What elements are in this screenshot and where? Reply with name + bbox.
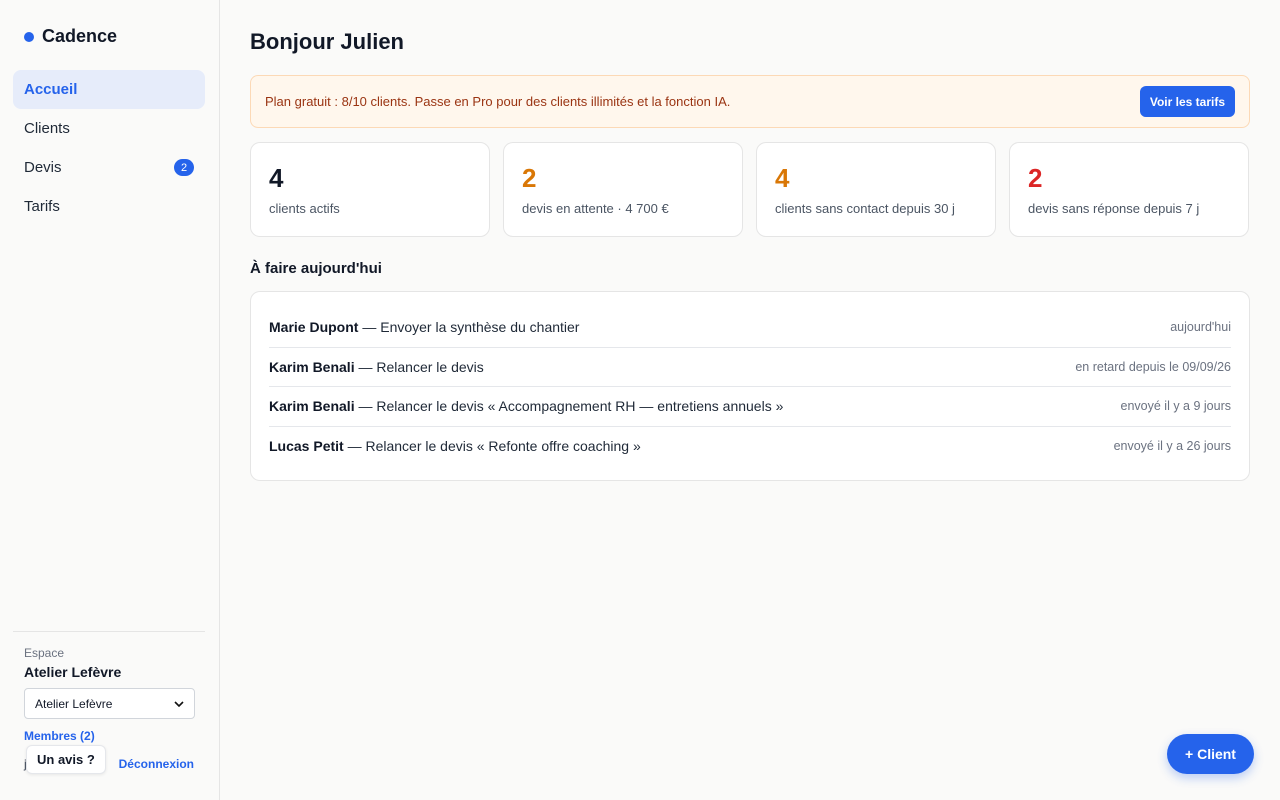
- brand[interactable]: Cadence: [24, 26, 117, 47]
- todo-list: Marie Dupont — Envoyer la synthèse du ch…: [250, 291, 1250, 481]
- todo-action: — Envoyer la synthèse du chantier: [358, 319, 580, 336]
- logout-link[interactable]: Déconnexion: [119, 757, 194, 771]
- space-label: Espace: [24, 646, 65, 660]
- devis-count-badge: 2: [174, 159, 194, 176]
- stats-row: 4 clients actifs 2 devis en attente · 4 …: [250, 142, 1250, 237]
- stat-label: devis sans réponse depuis 7 j: [1028, 201, 1200, 216]
- banner-text: Plan gratuit : 8/10 clients. Passe en Pr…: [265, 94, 731, 109]
- upgrade-banner: Plan gratuit : 8/10 clients. Passe en Pr…: [250, 75, 1250, 128]
- sidebar-item-clients[interactable]: Clients: [13, 109, 205, 148]
- todo-client-name: Karim Benali: [269, 358, 355, 375]
- stat-value: 2: [522, 163, 537, 193]
- space-select-value: Atelier Lefèvre: [35, 696, 113, 711]
- todo-date: en retard depuis le 09/09/26: [1075, 359, 1231, 374]
- stat-label: clients actifs: [269, 201, 340, 216]
- todo-client-name: Lucas Petit: [269, 438, 344, 455]
- space-name: Atelier Lefèvre: [24, 664, 122, 680]
- list-item[interactable]: Karim Benali — Relancer le devis « Accom…: [269, 387, 1231, 427]
- todo-action: — Relancer le devis « Accompagnement RH …: [354, 398, 784, 415]
- todo-client-name: Karim Benali: [269, 398, 355, 415]
- stat-value: 4: [269, 163, 284, 193]
- brand-name: Cadence: [42, 26, 118, 46]
- todo-date: envoyé il y a 9 jours: [1120, 399, 1231, 414]
- sidebar-item-label: Devis: [24, 159, 62, 176]
- list-item[interactable]: Marie Dupont — Envoyer la synthèse du ch…: [269, 308, 1231, 348]
- brand-dot-icon: [24, 31, 34, 42]
- todo-date: envoyé il y a 26 jours: [1113, 439, 1231, 454]
- stat-card-pending-quotes[interactable]: 2 devis en attente · 4 700 €: [503, 142, 743, 237]
- sidebar-nav: Accueil Clients Devis 2 Tarifs: [13, 70, 205, 226]
- sidebar-footer-actions: j Un avis ? Déconnexion: [24, 745, 194, 779]
- stat-label: clients sans contact depuis 30 j: [775, 201, 955, 216]
- todo-action: — Relancer le devis « Refonte offre coac…: [343, 438, 641, 455]
- stat-card-active-clients[interactable]: 4 clients actifs: [250, 142, 490, 237]
- feedback-button[interactable]: Un avis ?: [26, 745, 106, 774]
- sidebar: Cadence Accueil Clients Devis 2 Tarifs E…: [0, 0, 220, 800]
- stat-value: 2: [1028, 163, 1043, 193]
- sidebar-item-label: Clients: [24, 120, 70, 137]
- space-select[interactable]: Atelier Lefèvre: [24, 688, 195, 719]
- list-item[interactable]: Karim Benali — Relancer le devis en reta…: [269, 348, 1231, 387]
- chevron-down-icon: [174, 700, 184, 707]
- list-item[interactable]: Lucas Petit — Relancer le devis « Refont…: [269, 427, 1231, 467]
- stat-card-no-reply[interactable]: 2 devis sans réponse depuis 7 j: [1009, 142, 1249, 237]
- stat-value: 4: [775, 163, 790, 193]
- sidebar-item-label: Tarifs: [24, 198, 60, 215]
- pricing-button[interactable]: Voir les tarifs: [1139, 86, 1235, 117]
- stat-label: devis en attente · 4 700 €: [522, 201, 669, 216]
- todo-section-title: À faire aujourd'hui: [250, 260, 382, 277]
- sidebar-footer: Espace Atelier Lefèvre Atelier Lefèvre M…: [13, 631, 205, 779]
- todo-date: aujourd'hui: [1170, 320, 1231, 335]
- todo-client-name: Marie Dupont: [269, 319, 359, 336]
- sidebar-item-accueil[interactable]: Accueil: [13, 70, 205, 109]
- add-client-button[interactable]: + Client: [1167, 734, 1254, 774]
- members-link[interactable]: Membres (2): [24, 729, 194, 743]
- stat-card-no-contact[interactable]: 4 clients sans contact depuis 30 j: [756, 142, 996, 237]
- sidebar-item-tarifs[interactable]: Tarifs: [13, 187, 205, 226]
- sidebar-item-label: Accueil: [24, 81, 78, 98]
- sidebar-item-devis[interactable]: Devis 2: [13, 148, 205, 187]
- page-title: Bonjour Julien: [250, 29, 404, 54]
- todo-action: — Relancer le devis: [354, 358, 484, 375]
